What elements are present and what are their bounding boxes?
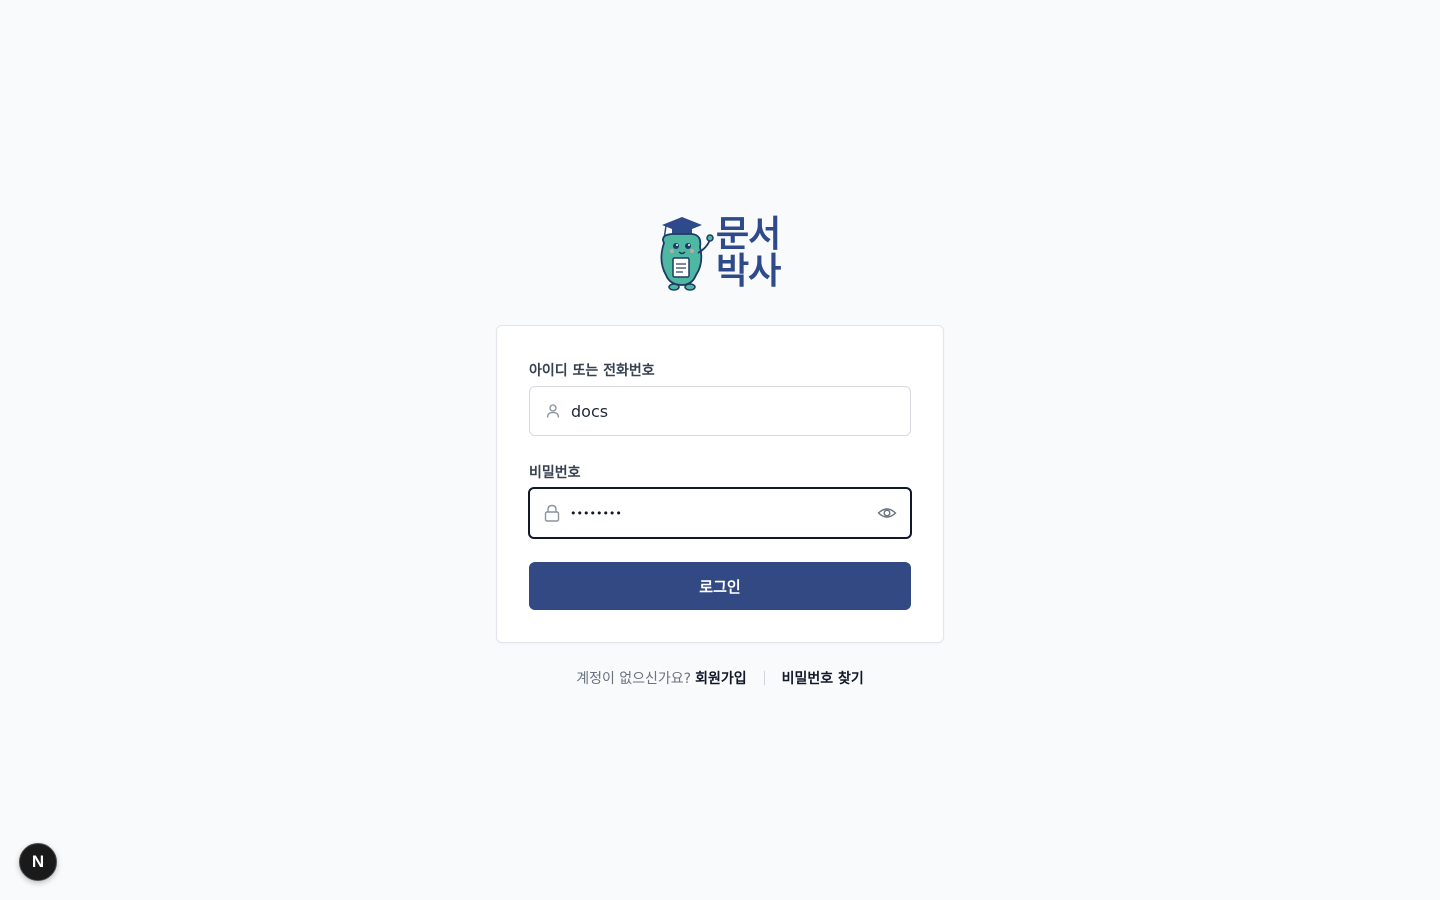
nextjs-badge-label: N	[31, 852, 45, 871]
password-field[interactable]: ••••••••	[528, 487, 912, 539]
id-label: 아이디 또는 전화번호	[529, 363, 655, 379]
show-password-button[interactable]	[876, 502, 898, 524]
brand-line-1: 문서	[716, 214, 781, 255]
signup-link[interactable]: 회원가입	[695, 668, 747, 688]
link-divider	[763, 671, 765, 685]
login-button[interactable]: 로그인	[529, 562, 911, 610]
auth-links: 계정이 없으신가요? 회원가입 비밀번호 찾기	[0, 668, 1440, 688]
nextjs-icon[interactable]: N	[19, 843, 57, 881]
no-account-text: 계정이 없으신가요?	[576, 671, 692, 687]
lock-icon	[543, 504, 561, 522]
brand-logo: 문서 박사	[652, 212, 788, 294]
brand-wordmark: 문서 박사	[716, 214, 781, 292]
find-password-link[interactable]: 비밀번호 찾기	[782, 668, 864, 688]
password-label: 비밀번호	[529, 465, 581, 481]
login-card: 아이디 또는 전화번호 비밀번호 ••••••••	[496, 325, 944, 643]
id-field[interactable]	[529, 386, 911, 436]
user-icon	[544, 402, 562, 420]
eye-icon	[877, 508, 897, 518]
brand-line-2: 박사	[716, 251, 781, 292]
id-input[interactable]	[571, 401, 910, 421]
mascot-graduate-icon	[660, 217, 714, 291]
password-input[interactable]: ••••••••	[570, 507, 876, 520]
login-page: 문서 박사 아이디 또는 전화번호 비밀번호 ••••••••	[0, 0, 1440, 900]
